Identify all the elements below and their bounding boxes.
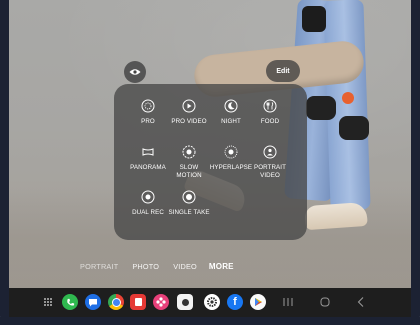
mode-label: SLOW MOTION <box>176 164 202 179</box>
mode-tab-photo[interactable]: PHOTO <box>132 262 159 271</box>
gallery-icon[interactable] <box>153 294 169 310</box>
mode-label: NIGHT <box>221 118 241 125</box>
food-utensils-icon <box>263 99 277 113</box>
mode-label: PRO VIDEO <box>171 118 207 125</box>
home-icon[interactable] <box>318 296 332 308</box>
mode-label: FOOD <box>260 118 280 125</box>
settings-icon[interactable] <box>204 294 220 310</box>
mode-label: PRO <box>141 118 155 125</box>
skater-glove <box>302 6 326 32</box>
app-drawer-icon[interactable] <box>42 294 54 310</box>
mode-label: SINGLE TAKE <box>168 209 210 216</box>
single-take-icon <box>182 190 196 204</box>
kneepad <box>306 96 336 120</box>
night-moon-icon <box>224 99 238 113</box>
tablet-device: Edit PRO PRO VIDEO NIGHT FOOD PANORAMA S… <box>0 0 420 325</box>
facebook-icon[interactable]: f <box>227 294 243 310</box>
skater-shoe <box>304 201 368 231</box>
portrait-video-icon <box>263 145 277 159</box>
hyperlapse-icon <box>224 145 238 159</box>
mode-tab-video[interactable]: VIDEO <box>173 262 197 271</box>
recents-icon[interactable] <box>281 296 295 308</box>
slow-motion-icon <box>182 145 196 159</box>
device-bezel <box>0 0 9 325</box>
mode-tab-portrait[interactable]: PORTRAIT <box>80 262 118 271</box>
phone-icon[interactable] <box>62 294 78 310</box>
mode-tab-more[interactable]: MORE <box>209 262 234 271</box>
chrome-icon[interactable] <box>108 294 124 310</box>
device-bezel <box>411 0 420 325</box>
mode-label: PORTRAIT VIDEO <box>254 164 286 179</box>
app-red-icon[interactable] <box>130 294 146 310</box>
mode-label: DUAL REC <box>132 209 164 216</box>
edit-modes-button[interactable]: Edit <box>266 60 300 82</box>
camera-mode-strip: PORTRAIT PHOTO VIDEO MORE <box>80 260 234 272</box>
camera-icon[interactable] <box>177 294 193 310</box>
back-icon[interactable] <box>354 296 368 308</box>
skateboard-wheel <box>342 92 354 104</box>
pro-mode-icon <box>141 99 155 113</box>
mode-portrait-video[interactable]: PORTRAIT VIDEO <box>244 145 296 179</box>
more-modes-panel: PRO PRO VIDEO NIGHT FOOD PANORAMA SLOW M… <box>114 84 307 240</box>
taskbar: f <box>9 288 411 317</box>
device-bezel <box>0 317 420 325</box>
mode-food[interactable]: FOOD <box>244 99 296 126</box>
eye-icon <box>129 69 141 75</box>
mode-single-take[interactable]: SINGLE TAKE <box>163 190 215 217</box>
messages-icon[interactable] <box>85 294 101 310</box>
dual-rec-icon <box>141 190 155 204</box>
play-store-icon[interactable] <box>250 294 266 310</box>
kneepad <box>339 116 369 140</box>
pro-video-icon <box>182 99 196 113</box>
eye-toggle-button[interactable] <box>124 61 146 83</box>
mode-label: PANORAMA <box>130 164 166 171</box>
panorama-icon <box>141 145 155 159</box>
